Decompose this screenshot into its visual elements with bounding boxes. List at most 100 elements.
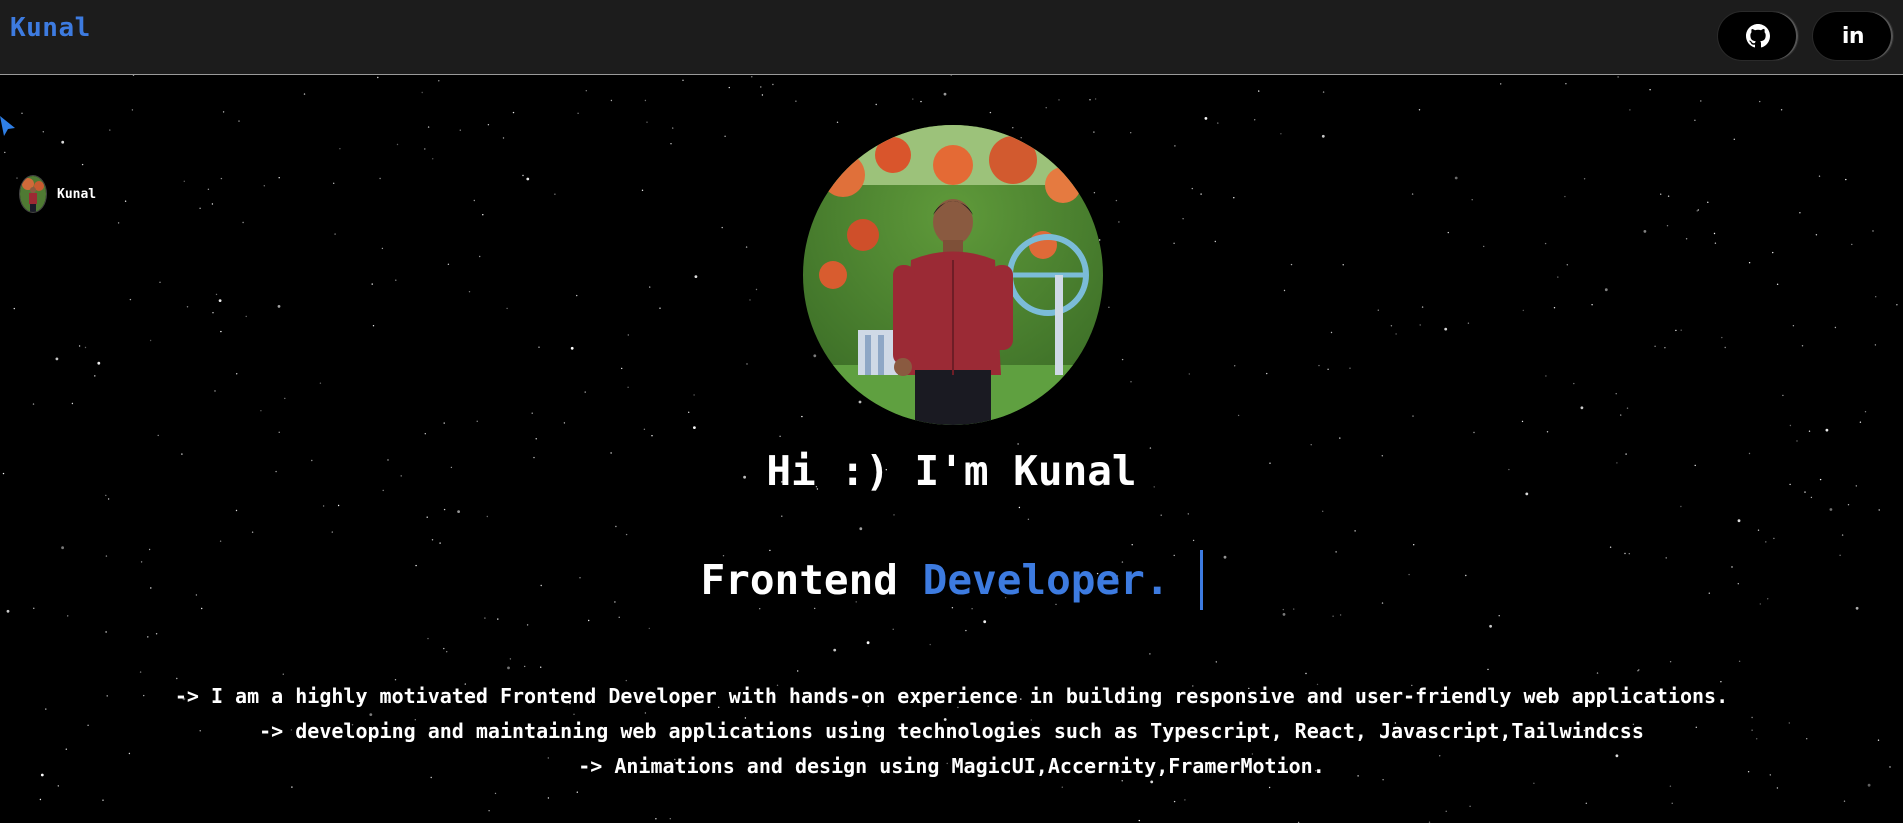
star (1130, 381, 1132, 383)
star (251, 531, 254, 533)
star (468, 291, 471, 293)
star (781, 515, 783, 517)
star (693, 426, 696, 429)
star (547, 797, 550, 799)
star (535, 438, 537, 440)
star (682, 79, 684, 81)
star (1310, 444, 1312, 446)
star (424, 148, 426, 150)
star (1045, 107, 1047, 109)
star (1500, 83, 1502, 85)
star (693, 394, 695, 396)
star (32, 403, 35, 405)
portfolio-page: Kunal in Kunal Hi:) I'm Kunal Frontend … (0, 0, 1903, 823)
github-button[interactable] (1718, 12, 1798, 60)
star (1305, 672, 1307, 675)
star (1660, 193, 1662, 195)
star (1184, 799, 1186, 801)
star (1254, 119, 1256, 121)
star (1810, 496, 1813, 499)
star (1847, 504, 1850, 506)
star (186, 306, 189, 308)
star (1349, 367, 1351, 369)
star (199, 207, 201, 209)
star (892, 628, 894, 630)
star (1596, 672, 1599, 674)
star (157, 434, 159, 437)
star (641, 189, 644, 191)
star (1544, 242, 1547, 245)
github-icon (1746, 24, 1770, 48)
star (1471, 199, 1473, 201)
star (1669, 785, 1672, 787)
star (238, 120, 240, 122)
star (457, 510, 460, 513)
star (1583, 178, 1586, 180)
linkedin-button[interactable]: in (1813, 12, 1893, 60)
star (71, 402, 74, 405)
star (570, 346, 574, 350)
star (1332, 615, 1334, 617)
brand-logo-text[interactable]: Kunal (10, 13, 91, 43)
star (1874, 344, 1877, 346)
star (1131, 544, 1133, 546)
star (1671, 802, 1673, 804)
star (1130, 132, 1132, 134)
star (627, 334, 629, 336)
star (1467, 322, 1470, 324)
star (625, 533, 628, 536)
star (1573, 382, 1575, 385)
star (1609, 546, 1612, 548)
star (486, 515, 488, 518)
star (105, 631, 107, 633)
star (61, 140, 65, 144)
star (512, 111, 515, 114)
star (1867, 783, 1871, 787)
star (1093, 192, 1096, 194)
star (1553, 307, 1556, 309)
star (124, 200, 127, 202)
star (494, 792, 497, 795)
star (102, 799, 104, 801)
star (618, 616, 620, 618)
star (396, 143, 399, 146)
star (278, 431, 280, 433)
star (760, 86, 762, 88)
star (728, 86, 730, 89)
star (1018, 506, 1021, 509)
star (1649, 89, 1651, 91)
star (1266, 372, 1268, 375)
about-line: -> I am a highly motivated Frontend Deve… (174, 684, 1729, 708)
star (1638, 669, 1640, 671)
star (1845, 178, 1847, 181)
star (1089, 99, 1091, 101)
star (1174, 145, 1176, 147)
star (875, 103, 877, 106)
star (1680, 329, 1682, 331)
star (1808, 430, 1811, 432)
about-line: -> Animations and design using MagicUI,A… (578, 754, 1325, 778)
star (1724, 346, 1726, 349)
star (659, 307, 661, 309)
star (1138, 819, 1141, 822)
star (1738, 660, 1741, 662)
star (651, 435, 653, 437)
star (1121, 358, 1124, 361)
star (1585, 802, 1588, 804)
star (333, 182, 335, 184)
star (751, 76, 753, 78)
star (1233, 197, 1235, 199)
star (212, 312, 214, 314)
star (1327, 368, 1329, 370)
star (1215, 661, 1218, 663)
role-highlight: Developer. (922, 556, 1170, 604)
star (670, 143, 672, 145)
star (615, 525, 617, 528)
star (1878, 509, 1880, 511)
star (183, 180, 185, 182)
role-prefix: Frontend (700, 556, 898, 604)
star (303, 93, 306, 95)
star (1629, 109, 1631, 111)
star (859, 527, 863, 531)
star (1694, 119, 1696, 121)
